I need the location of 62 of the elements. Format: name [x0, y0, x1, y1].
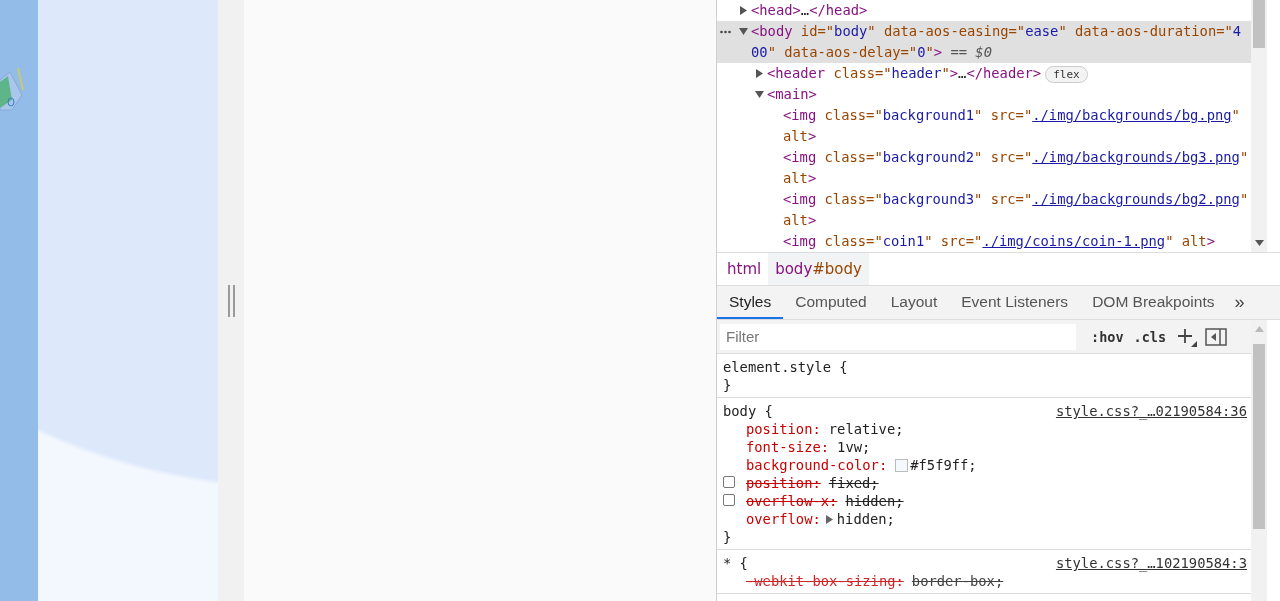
expand-triangle-icon[interactable]	[825, 514, 833, 524]
source-link[interactable]: ./img/coins/coin-1.png	[982, 233, 1166, 249]
resize-handle[interactable]	[228, 284, 235, 317]
filter-field[interactable]: Filter	[720, 323, 1076, 350]
closing-brace: }	[723, 528, 733, 546]
dom-node-row[interactable]: <img class="background1" src="./img/backgrounds/bg.png" alt>	[717, 105, 1251, 147]
panel-tab[interactable]: Event Listeners	[949, 286, 1081, 319]
breadcrumb[interactable]: body#body	[768, 253, 869, 285]
css-property[interactable]: -webkit-box-sizing:	[746, 572, 904, 590]
dom-node-row[interactable]: <main>	[717, 84, 1251, 105]
dom-node-text: <header class="header">…</header> flex	[767, 63, 1088, 84]
dom-node-row[interactable]: <img class="coin1" src="./img/coins/coin-1.png" alt>	[717, 231, 1251, 252]
dom-node-text: <head>…</head>	[751, 1, 868, 20]
panel-tab[interactable]: Computed	[783, 286, 879, 319]
expanded-triangle-icon[interactable]	[739, 27, 748, 36]
toggle-button[interactable]: :hov	[1086, 328, 1129, 345]
more-tabs-button[interactable]: »	[1226, 286, 1253, 319]
css-property[interactable]: position:	[746, 420, 821, 438]
source-link[interactable]: style.css?_…102190584:3	[1055, 554, 1247, 572]
toggle-button[interactable]: .cls	[1128, 328, 1172, 345]
scroll-down-icon[interactable]	[1255, 240, 1264, 246]
css-value[interactable]: border-box;	[911, 572, 1004, 590]
scrollbar[interactable]	[1251, 320, 1267, 601]
dom-node-row[interactable]: <header class="header">…</header> flex	[717, 63, 1251, 84]
css-value[interactable]: #f5f9ff;	[910, 456, 977, 474]
scrollbar[interactable]	[1251, 0, 1267, 252]
panel-tab[interactable]: DOM Breakpoints	[1080, 286, 1227, 319]
more-options-icon[interactable]	[720, 30, 731, 34]
dom-node-text: <img class="coin1" src="./img/coins/coin-1.png" alt>	[783, 232, 1215, 251]
css-property[interactable]: overflow:	[746, 510, 821, 528]
css-value[interactable]: relative;	[828, 420, 904, 438]
flex-badge[interactable]: flex	[1045, 66, 1088, 83]
dom-node-text: <img class="background3" src="./img/backgrounds/bg2.png" alt>	[783, 190, 1249, 230]
css-property[interactable]: font-size:	[746, 438, 830, 456]
css-selector: body {	[723, 402, 773, 420]
plus-icon[interactable]	[1177, 326, 1198, 347]
dom-node-row[interactable]: <head>…</head>	[717, 0, 1251, 21]
collapsed-triangle-icon[interactable]	[755, 69, 764, 78]
closing-brace: }	[723, 376, 733, 394]
collapsed-triangle-icon[interactable]	[739, 6, 748, 15]
dom-node-row[interactable]: <img class="background2" src="./img/backgrounds/bg3.png" alt>	[717, 147, 1251, 189]
illustration-drawing	[0, 67, 24, 111]
scrollbar-thumb[interactable]	[1253, 344, 1265, 529]
css-selector: * {	[723, 554, 748, 572]
css-value[interactable]: hidden;	[836, 510, 895, 528]
css-property[interactable]: background-color:	[746, 456, 888, 474]
source-link[interactable]: ./img/backgrounds/bg2.png	[1032, 191, 1240, 207]
dom-node-text: <main>	[767, 85, 817, 104]
dom-node-text: <img class="background1" src="./img/backgrounds/bg.png" alt>	[783, 106, 1241, 146]
breadcrumb[interactable]: html	[720, 253, 769, 285]
color-swatch[interactable]	[895, 458, 909, 472]
panel-tab[interactable]: Layout	[878, 286, 950, 319]
dom-node-text: <img class="background2" src="./img/backgrounds/bg3.png" alt>	[783, 148, 1249, 188]
source-link[interactable]: ./img/backgrounds/bg.png	[1032, 107, 1232, 123]
source-link[interactable]: ./img/backgrounds/bg3.png	[1032, 149, 1240, 165]
css-selector: element.style {	[723, 358, 848, 376]
source-link[interactable]: style.css?_…02190584:36	[1055, 402, 1247, 420]
scrollbar-thumb[interactable]	[1253, 0, 1265, 48]
dom-node-row[interactable]: <img class="background3" src="./img/backgrounds/bg2.png" alt>	[717, 189, 1251, 231]
sidebar-toggle-icon[interactable]	[1205, 327, 1228, 346]
css-value[interactable]: 1vw;	[837, 438, 871, 456]
expanded-triangle-icon[interactable]	[755, 90, 764, 99]
